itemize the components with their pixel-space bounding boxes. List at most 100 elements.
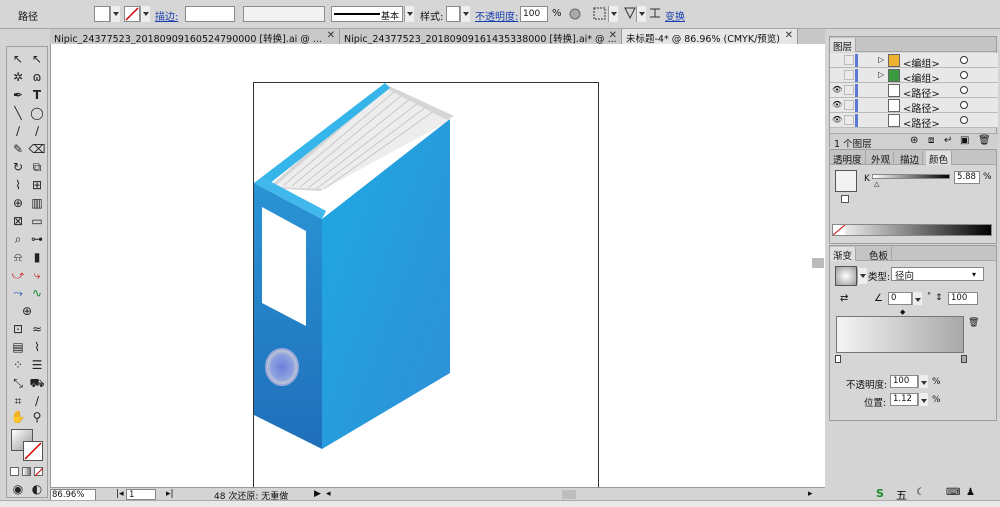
close-icon[interactable]: ✕ <box>609 30 617 41</box>
stop-opacity-dropdown[interactable] <box>918 375 928 388</box>
horizontal-scrollbar-thumb[interactable] <box>562 490 576 499</box>
layer-row[interactable]: 👁 <路径> <box>830 113 998 130</box>
lock-toggle[interactable] <box>844 115 854 125</box>
eye-icon[interactable]: 👁 <box>832 85 842 95</box>
tab-document-2[interactable]: Nipic_24377523_20180909161435338000 [转换]… <box>340 29 622 44</box>
target-icon[interactable] <box>960 101 968 109</box>
custom-tool-1-icon[interactable]: ⤻ <box>9 267 27 283</box>
scroll-right-icon[interactable]: ▸ <box>808 489 813 499</box>
scatter-tool-icon[interactable]: ⁘ <box>9 357 27 373</box>
recolor-icon[interactable] <box>568 5 582 23</box>
clipping-mask-icon[interactable]: ⧈ <box>928 135 934 146</box>
layer-row[interactable]: 👁 <路径> <box>830 98 998 115</box>
align-dropdown[interactable] <box>608 6 618 22</box>
stop-opacity-field[interactable]: 100 <box>890 375 918 388</box>
scale-tool-icon[interactable]: ⧉ <box>28 159 46 175</box>
screen-mode-icon[interactable]: ◐ <box>28 481 46 497</box>
none-swatch-icon[interactable] <box>832 224 846 236</box>
eye-icon[interactable]: 👁 <box>832 115 842 125</box>
none-mode-icon[interactable] <box>34 467 44 477</box>
expand-triangle-icon[interactable]: ▷ <box>878 55 884 64</box>
custom-tool-4-icon[interactable]: ∿ <box>28 285 46 301</box>
gradient-preset-dropdown[interactable] <box>857 268 867 284</box>
target-icon[interactable] <box>960 116 968 124</box>
last-page-icon[interactable]: ▸| <box>166 489 174 499</box>
gradient-mode-icon[interactable] <box>22 467 31 476</box>
type-tool-icon[interactable]: T <box>28 87 46 103</box>
slice-tool-icon[interactable]: ≈ <box>28 321 46 337</box>
fill-dropdown[interactable] <box>110 6 120 22</box>
stroke-weight-field[interactable] <box>185 6 235 22</box>
k-slider-handle-icon[interactable]: △ <box>874 180 879 188</box>
rotate-tool-icon[interactable]: ↻ <box>9 159 27 175</box>
pen-tool-icon[interactable]: ✒ <box>9 87 27 103</box>
perspective-grid-tool-icon[interactable]: ▥ <box>28 195 46 211</box>
target-icon[interactable] <box>960 71 968 79</box>
style-swatch[interactable] <box>446 6 460 22</box>
fill-color-box[interactable] <box>835 170 857 192</box>
close-icon[interactable]: ✕ <box>327 30 335 41</box>
k-slider-track[interactable] <box>872 174 950 179</box>
hand-tool-icon[interactable]: ✋ <box>9 409 27 425</box>
crop-tool-icon[interactable]: ⌗ <box>9 393 27 409</box>
panel-collapse-handle[interactable] <box>812 258 824 268</box>
stop-location-field[interactable]: 1.12 <box>890 393 918 406</box>
paintbrush-tool-icon[interactable]: ∕ <box>9 123 27 139</box>
style-dropdown[interactable] <box>460 6 470 22</box>
stop-location-dropdown[interactable] <box>918 393 928 406</box>
blend-tool-icon[interactable]: ⊶ <box>28 231 46 247</box>
status-menu-arrow-icon[interactable]: ▶ <box>314 489 321 499</box>
tab-color[interactable]: 颜色 <box>926 151 953 166</box>
delete-stop-icon[interactable]: 🗑 <box>968 318 979 328</box>
tab-stroke[interactable]: 描边 <box>897 151 924 166</box>
gradient-tool-icon[interactable]: ▭ <box>28 213 46 229</box>
opacity-link[interactable]: 不透明度: <box>475 8 518 23</box>
line-tool-icon[interactable]: ╲ <box>9 105 27 121</box>
crosshair-tool-icon[interactable]: ⊕ <box>18 303 36 319</box>
first-page-icon[interactable]: |◂ <box>116 489 124 499</box>
liquify-tool-icon[interactable]: ⌇ <box>28 339 46 355</box>
isolate-dropdown[interactable] <box>636 6 646 22</box>
lock-toggle[interactable] <box>844 100 854 110</box>
new-layer-icon[interactable]: ▣ <box>960 135 969 146</box>
midpoint-diamond-icon[interactable]: ◆ <box>900 308 905 316</box>
moon-icon[interactable]: ☾ <box>916 487 925 498</box>
direct-selection-tool-icon[interactable]: ↖ <box>28 51 46 67</box>
column-graph-tool-icon[interactable]: ▮ <box>28 249 46 265</box>
page-field[interactable]: 1 <box>126 489 156 500</box>
symbol-sprayer-tool-icon[interactable]: ⍾ <box>9 249 27 265</box>
warp-tool-icon[interactable]: ⌇ <box>9 177 27 193</box>
new-sublayer-icon[interactable]: ↵ <box>944 135 952 146</box>
custom-tool-2-icon[interactable]: ⤷ <box>28 267 46 283</box>
magic-wand-tool-icon[interactable]: ✲ <box>9 69 27 85</box>
eyedropper-tool-icon[interactable]: ⌕ <box>9 231 27 247</box>
custom-tool-3-icon[interactable]: ⤳ <box>9 285 27 301</box>
free-transform-tool-icon[interactable]: ⊞ <box>28 177 46 193</box>
user-icon[interactable]: ♟ <box>966 487 975 498</box>
scroll-left-icon[interactable]: ◂ <box>326 489 331 499</box>
transform-link[interactable]: 变换 <box>665 8 685 23</box>
align-icon[interactable] <box>592 5 608 23</box>
eye-icon[interactable]: 👁 <box>832 100 842 110</box>
k-value-field[interactable]: 5.88 <box>954 171 980 184</box>
expand-icon[interactable] <box>648 5 662 23</box>
gradient-stop-right[interactable] <box>961 355 967 363</box>
tab-layers[interactable]: 图层 <box>830 38 857 53</box>
chevron-down-icon[interactable]: ▾ <box>972 270 976 279</box>
lock-toggle[interactable] <box>844 55 854 65</box>
stroke-color-swatch[interactable] <box>23 441 43 461</box>
draw-normal-icon[interactable]: ◉ <box>9 481 27 497</box>
layer-row[interactable]: 👁 <路径> <box>830 83 998 100</box>
tab-document-3[interactable]: 未标题-4* @ 86.96% (CMYK/预览) ✕ <box>622 29 798 44</box>
reverse-gradient-icon[interactable]: ⇄ <box>840 293 848 304</box>
visibility-toggle[interactable] <box>832 55 842 65</box>
eraser-tool-icon[interactable]: ⌫ <box>28 141 46 157</box>
brush-dropdown[interactable] <box>404 6 414 22</box>
binder-artwork[interactable] <box>254 83 600 493</box>
gradient-type-select[interactable]: 径向 <box>891 267 984 282</box>
target-icon[interactable] <box>960 56 968 64</box>
keyboard-icon[interactable]: ⌨ <box>946 487 960 498</box>
lock-toggle[interactable] <box>844 70 854 80</box>
aspect-ratio-field[interactable]: 100 <box>948 292 978 305</box>
close-icon[interactable]: ✕ <box>785 30 793 41</box>
